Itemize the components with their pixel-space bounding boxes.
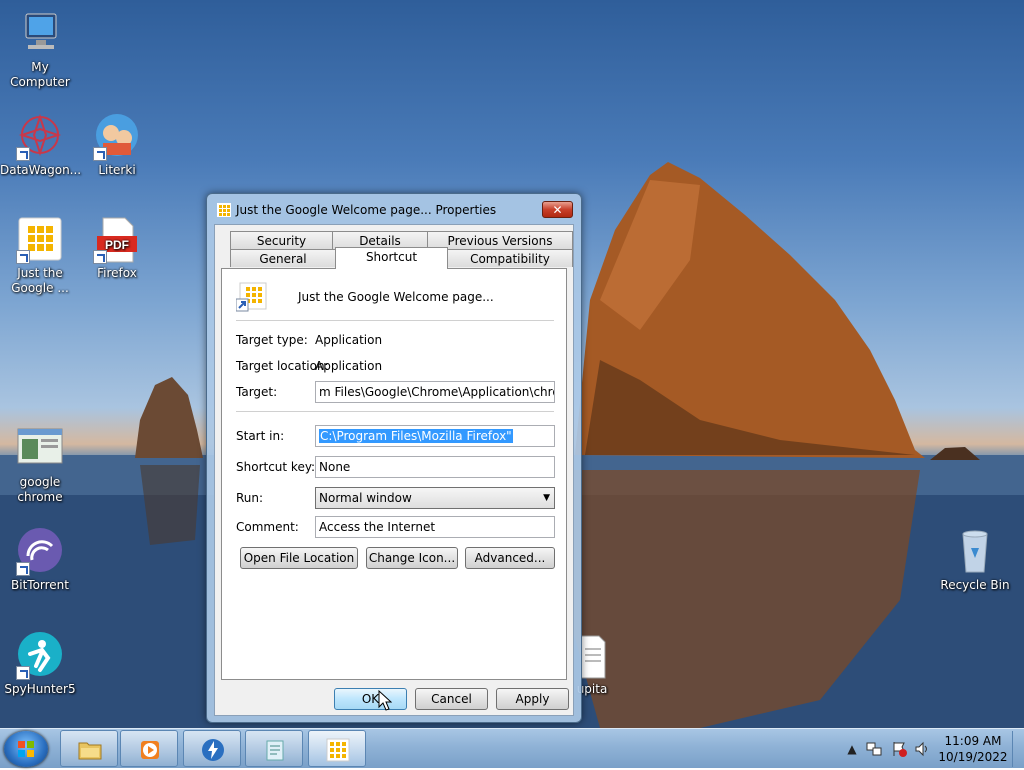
- lightning-icon: [202, 739, 224, 761]
- start-in-label: Start in:: [236, 429, 285, 443]
- desktop-icon-label: BitTorrent: [11, 578, 69, 592]
- mouse-cursor-icon: [378, 690, 392, 711]
- taskbar-properties-button[interactable]: [308, 730, 366, 767]
- google-apps-grid-icon: [217, 203, 231, 217]
- clock-date[interactable]: 10/19/2022: [938, 750, 1008, 764]
- taskbar-media-player-button[interactable]: [120, 730, 178, 767]
- shortcut-name: Just the Google Welcome page...: [298, 290, 494, 304]
- desktop-icon-label: Recycle Bin: [940, 578, 1010, 592]
- dialog-title: Just the Google Welcome page... Properti…: [236, 203, 497, 217]
- tab-previous-versions[interactable]: Previous Versions: [427, 231, 573, 249]
- tab-shortcut[interactable]: Shortcut: [335, 247, 448, 269]
- desktop-icon-label: Literki: [98, 163, 136, 177]
- volume-speaker-icon[interactable]: [914, 741, 930, 757]
- spyhunter-icon: [16, 632, 64, 680]
- target-type-value: Application: [315, 333, 383, 347]
- desktop-icon-just-the-google[interactable]: Just the Google ...: [0, 216, 80, 296]
- ok-button[interactable]: OK: [334, 688, 407, 710]
- run-select[interactable]: Normal window ▼: [315, 487, 555, 509]
- google-apps-grid-icon: [16, 216, 64, 264]
- desktop-icon-label: DataWagon...: [0, 163, 82, 177]
- desktop-icon-literki[interactable]: Literki: [77, 113, 157, 178]
- change-icon-button[interactable]: Change Icon...: [366, 547, 458, 569]
- start-button[interactable]: [4, 731, 48, 767]
- tab-security[interactable]: Security: [230, 231, 333, 249]
- apply-button[interactable]: Apply: [496, 688, 569, 710]
- target-label: Target:: [236, 385, 278, 399]
- desktop-icon-recycle-bin[interactable]: Recycle Bin: [935, 528, 1015, 593]
- taskbar: ▲ 11:09 AM 10/19/2022: [0, 728, 1024, 768]
- shortcut-arrow-icon: [93, 250, 107, 264]
- shortcut-arrow-icon: [16, 562, 30, 576]
- network-icon[interactable]: [866, 741, 882, 757]
- google-apps-grid-icon: [326, 738, 350, 762]
- close-button[interactable]: ✕: [542, 201, 573, 218]
- desktop-icon-label: Firefox: [97, 266, 137, 280]
- desktop-icon-label: SpyHunter5: [4, 682, 76, 696]
- shortcut-key-input[interactable]: None: [315, 456, 555, 478]
- comment-label: Comment:: [236, 520, 299, 534]
- target-type-label: Target type:: [236, 333, 308, 347]
- clock-time[interactable]: 11:09 AM: [942, 734, 1004, 748]
- start-in-input[interactable]: C:\Program Files\Mozilla Firefox": [315, 425, 555, 447]
- shortcut-icon: [235, 281, 268, 313]
- comment-input[interactable]: Access the Internet: [315, 516, 555, 538]
- desktop-icon-label: Just the Google ...: [11, 266, 69, 295]
- chevron-down-icon: ▼: [543, 493, 550, 503]
- show-hidden-icons-chevron-icon[interactable]: ▲: [844, 741, 860, 757]
- show-desktop-button[interactable]: [1012, 731, 1023, 767]
- target-location-value: Application: [315, 359, 383, 373]
- desktop-icon-label: My Computer: [10, 60, 70, 89]
- shortcut-arrow-icon: [16, 666, 30, 680]
- desktop-icon-datawagon[interactable]: DataWagon...: [0, 113, 82, 178]
- separator: [236, 411, 554, 412]
- windows-logo-icon: [18, 741, 34, 757]
- target-input[interactable]: m Files\Google\Chrome\Application\chrome…: [315, 381, 555, 403]
- taskbar-notepad-button[interactable]: [245, 730, 303, 767]
- cancel-button[interactable]: Cancel: [415, 688, 488, 710]
- shortcut-key-label: Shortcut key:: [236, 460, 316, 474]
- tab-general[interactable]: General: [230, 249, 336, 267]
- run-label: Run:: [236, 491, 264, 505]
- open-file-location-button[interactable]: Open File Location: [240, 547, 358, 569]
- media-player-icon: [141, 741, 159, 759]
- folder-icon: [78, 742, 102, 760]
- recycle-bin-icon: [951, 528, 999, 576]
- advanced-button[interactable]: Advanced...: [465, 547, 555, 569]
- desktop-icon-spyhunter[interactable]: SpyHunter5: [0, 632, 80, 697]
- separator: [236, 320, 554, 321]
- action-center-flag-icon[interactable]: [891, 741, 907, 757]
- pdf-icon-text: PDF: [105, 238, 129, 252]
- bittorrent-icon: [16, 528, 64, 576]
- desktop-icon-google-chrome[interactable]: google chrome: [0, 425, 80, 505]
- start-in-selected-text: C:\Program Files\Mozilla Firefox": [319, 429, 513, 443]
- literki-icon: [93, 113, 141, 161]
- taskbar-explorer-button[interactable]: [60, 730, 118, 767]
- pdf-file-icon: PDF: [93, 216, 141, 264]
- desktop-icon-label: google chrome: [17, 475, 63, 504]
- shortcut-tab-panel: Just the Google Welcome page... Target t…: [221, 268, 567, 680]
- run-select-value: Normal window: [319, 491, 412, 505]
- desktop-icon-firefox[interactable]: PDF Firefox: [77, 216, 157, 281]
- dialog-client-area: Security Details Previous Versions Gener…: [214, 224, 574, 716]
- notepad-icon: [266, 740, 284, 761]
- shortcut-arrow-icon: [16, 250, 30, 264]
- computer-icon: [16, 10, 64, 58]
- desktop-icon-bittorrent[interactable]: BitTorrent: [0, 528, 80, 593]
- shortcut-arrow-icon: [93, 147, 107, 161]
- properties-dialog: Just the Google Welcome page... Properti…: [206, 193, 582, 723]
- window-thumbnail-icon: [16, 425, 64, 473]
- shortcut-arrow-icon: [16, 147, 30, 161]
- desktop-icon-my-computer[interactable]: My Computer: [0, 10, 80, 90]
- tab-compatibility[interactable]: Compatibility: [447, 249, 573, 267]
- taskbar-app-bolt-button[interactable]: [183, 730, 241, 767]
- datawagon-icon: [16, 113, 64, 161]
